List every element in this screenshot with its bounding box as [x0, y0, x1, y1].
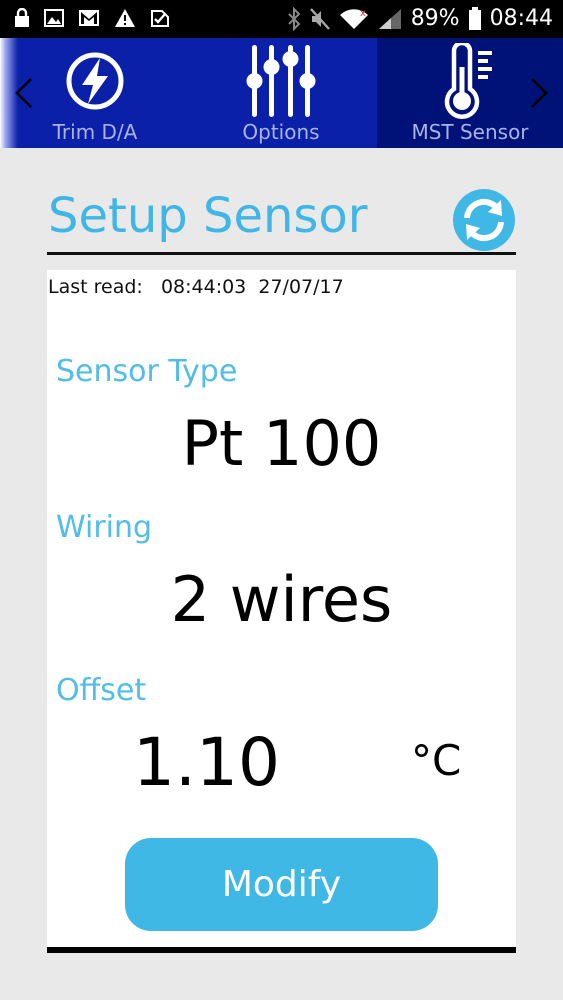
system-icons: x 89% 08:44: [287, 6, 553, 32]
modify-button[interactable]: Modify: [125, 838, 438, 931]
wifi-icon: x: [339, 7, 369, 31]
last-read-time: 08:44:03: [160, 276, 247, 298]
nav-item-options[interactable]: Options: [226, 38, 336, 148]
wiring-value: 2 wires: [170, 563, 393, 636]
page-title: Setup Sensor: [48, 188, 368, 244]
refresh-icon: [453, 189, 515, 251]
bottom-divider: [47, 947, 516, 953]
offset-label: Offset: [56, 673, 147, 708]
image-icon: [44, 8, 64, 28]
refresh-button[interactable]: [452, 188, 516, 252]
sensor-type-value: Pt 100: [181, 407, 382, 480]
clock: 08:44: [489, 6, 553, 31]
warning-icon: [114, 8, 136, 28]
sensor-panel: Last read: 08:44:03 27/07/17 Sensor Type…: [47, 270, 516, 948]
wiring-label: Wiring: [56, 510, 153, 545]
nav-item-label: MST Sensor: [411, 120, 529, 144]
chevron-left-icon[interactable]: [12, 76, 36, 114]
nav-item-label: Trim D/A: [52, 120, 138, 144]
notification-icons: [14, 8, 170, 28]
last-read-date: 27/07/17: [258, 276, 344, 298]
title-divider: [47, 252, 516, 255]
nav-item-trim-da[interactable]: Trim D/A: [40, 38, 150, 148]
last-read-label: Last read:: [48, 276, 143, 298]
chevron-right-icon[interactable]: [527, 76, 551, 114]
signal-icon: [377, 7, 403, 31]
task-check-icon: [150, 8, 170, 28]
svg-text:x: x: [360, 8, 366, 19]
status-bar: x 89% 08:44: [0, 0, 563, 38]
battery-icon: [468, 7, 482, 31]
mute-icon: [309, 7, 331, 31]
gmail-icon: [78, 9, 100, 27]
lightning-icon: [64, 44, 126, 118]
battery-percent: 89%: [410, 6, 460, 31]
top-nav-bar: Trim D/A Options MST Sensor: [0, 38, 563, 148]
nav-item-label: Options: [242, 120, 320, 144]
offset-value: 1.10: [133, 724, 280, 801]
bluetooth-icon: [287, 7, 301, 31]
thermometer-icon: [440, 43, 500, 119]
sensor-type-label: Sensor Type: [56, 354, 238, 389]
lock-icon: [14, 8, 30, 28]
last-read: Last read: 08:44:03 27/07/17: [48, 276, 344, 298]
offset-unit: °C: [411, 736, 462, 785]
sliders-icon: [243, 44, 319, 118]
